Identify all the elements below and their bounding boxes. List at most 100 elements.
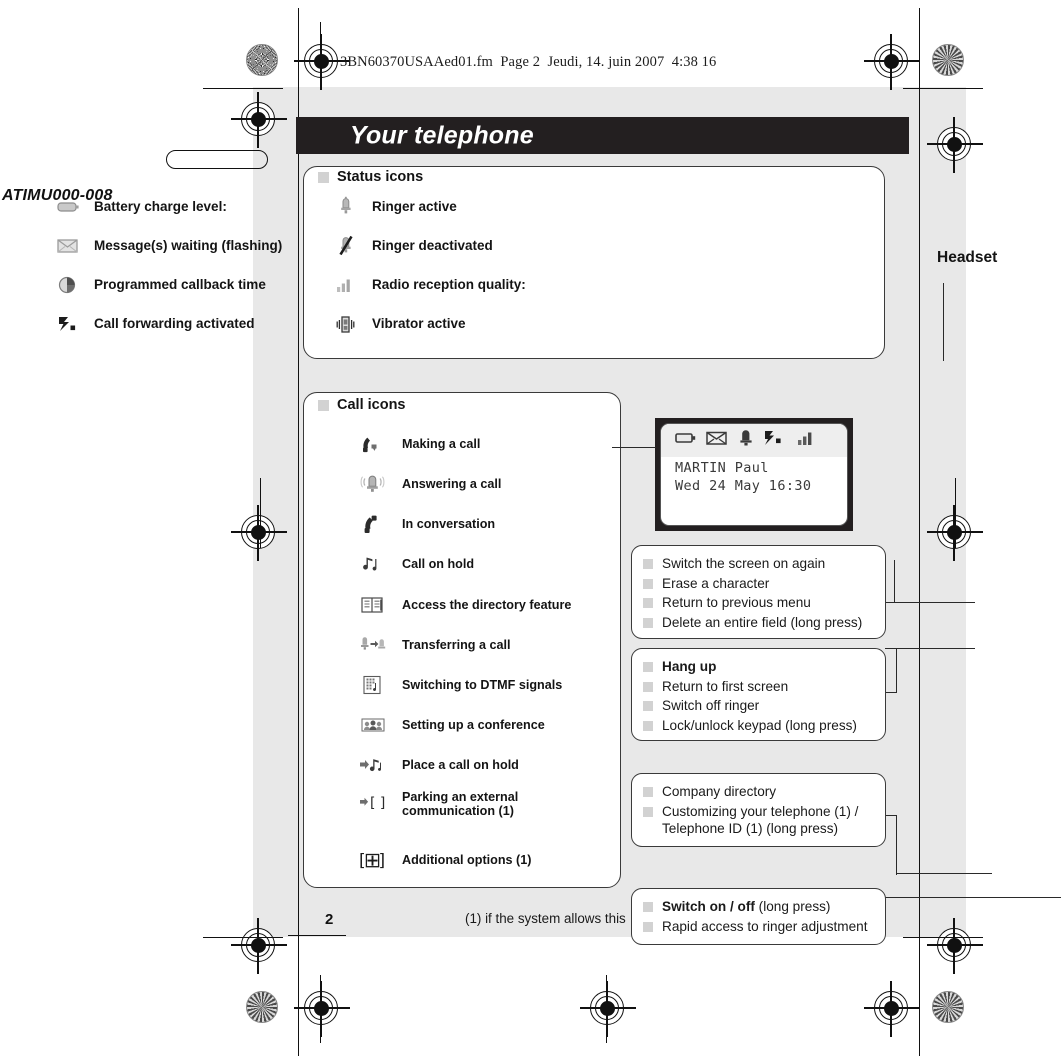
call-icon-label: Parking an external communication (1) <box>402 789 519 819</box>
phone-screen-statusbar <box>661 424 847 457</box>
callout-text-bold: Hang up <box>662 658 716 676</box>
registration-mark-bottom-right <box>864 981 920 1037</box>
callout-bold-label: Switch on / off <box>662 899 755 914</box>
callout-text: Erase a character <box>662 575 770 591</box>
phone-screen: MARTIN Paul Wed 24 May 16:30 <box>655 418 853 531</box>
connector-nav-vertical <box>894 560 896 603</box>
callout-bold-label: Hang up <box>662 659 717 674</box>
bullet-square-icon <box>643 617 653 628</box>
svg-text:]: ] <box>379 851 386 871</box>
connector-hangup-stub <box>885 692 897 694</box>
callout-row: Customizing your telephone (1) / Telepho… <box>643 803 873 838</box>
handset-outgoing-icon <box>358 432 388 456</box>
bullet-square-icon <box>643 681 653 692</box>
call-icon-row: Call on hold <box>358 545 608 585</box>
bullet-square-icon <box>643 902 653 912</box>
bell-icon <box>737 429 755 452</box>
crop-tick-top-gutter <box>320 22 322 84</box>
status-icon-row: Vibrator active <box>334 313 570 335</box>
call-icon-label: Making a call <box>402 436 481 451</box>
binding-tab <box>166 150 268 169</box>
callout-row: Switch on / off (long press) <box>643 898 873 916</box>
connector-directory-out <box>896 873 992 875</box>
status-icon-label: Radio reception quality: <box>372 277 526 293</box>
dtmf-keypad-icon <box>358 673 388 697</box>
directory-key-callout: Company directory Customizing your telep… <box>631 773 886 847</box>
phone-screen-line1: MARTIN Paul <box>675 460 769 476</box>
handset-active-icon <box>358 512 388 536</box>
connector-directory-stub <box>885 815 897 817</box>
bell-crossed-icon <box>334 235 360 257</box>
callout-row: Return to previous menu <box>643 594 873 612</box>
crop-tick-top-right <box>903 88 983 90</box>
bell-icon <box>334 196 360 218</box>
vibrator-icon <box>334 313 360 335</box>
bullet-square-icon <box>643 559 653 569</box>
plus-brackets-icon: [] <box>358 849 388 873</box>
call-icons-heading: Call icons <box>318 397 406 413</box>
bullet-square-icon <box>643 662 653 672</box>
svg-text:[ ]: [ ] <box>370 795 385 811</box>
status-icons-grid: Battery charge level: Ringer active Mess… <box>56 196 570 335</box>
bullet-square-icon <box>643 598 653 609</box>
crop-tick-bottom-center <box>606 975 608 1043</box>
call-icon-row: Place a call on hold <box>358 746 608 786</box>
bullet-square-icon <box>643 578 653 589</box>
registration-mark-lower-left <box>231 918 287 974</box>
call-icons-heading-label: Call icons <box>337 397 406 413</box>
svg-text:[: [ <box>359 851 366 871</box>
print-file-header: 3BN60370USAAed01.fm Page 2 Jeudi, 14. ju… <box>340 54 717 70</box>
registration-mark-lower-right <box>927 918 983 974</box>
footnote: (1) if the system allows this <box>465 911 626 926</box>
clock-icon <box>56 274 82 296</box>
phone-screen-line2: Wed 24 May 16:30 <box>675 478 812 494</box>
call-icon-row: Switching to DTMF signals <box>358 665 608 705</box>
music-notes-icon <box>358 553 388 577</box>
callout-text: Switch off ringer <box>662 698 760 714</box>
status-icon-row: Ringer active <box>334 196 570 218</box>
callout-row: Rapid access to ringer adjustment <box>643 918 873 936</box>
status-icon-label: Ringer active <box>372 199 457 215</box>
status-icon-label: Battery charge level: <box>94 199 227 215</box>
call-icon-label: Transferring a call <box>402 637 511 652</box>
callout-text: Return to previous menu <box>662 595 811 611</box>
call-icon-label: Additional options (1) <box>402 853 532 868</box>
status-icon-row: Radio reception quality: <box>334 274 570 296</box>
bullet-square-icon <box>643 921 653 932</box>
headset-leader-line <box>943 283 944 361</box>
call-icon-row: Answering a call <box>358 464 608 504</box>
crop-tick-left-border <box>298 8 300 1056</box>
call-icons-list: Making a call Answering a call In conver… <box>358 424 608 884</box>
status-icon-label: Call forwarding activated <box>94 316 255 332</box>
registration-mark-upper-right <box>927 117 983 173</box>
signal-bars-icon <box>334 274 360 296</box>
folio-rule <box>288 935 346 937</box>
call-icon-label: Place a call on hold <box>402 758 519 773</box>
page-title: Your telephone <box>350 121 534 149</box>
headset-label: Headset <box>937 249 998 266</box>
battery-icon <box>56 196 82 218</box>
callout-text-mixed: Switch on / off (long press) <box>662 898 830 916</box>
hang-up-key-callout: Hang up Return to first screen Switch of… <box>631 648 886 741</box>
crop-tick-top-left <box>203 88 283 90</box>
directory-book-icon <box>358 593 388 617</box>
crop-tick-right-edge <box>955 478 957 548</box>
park-brackets-icon: [ ] <box>358 792 388 816</box>
connector-power-out <box>885 897 1061 899</box>
callout-text: Company directory <box>662 784 777 799</box>
connector-directory-vertical <box>896 815 898 875</box>
page-title-bar: Your telephone <box>296 117 909 154</box>
connector-nav-stub <box>894 560 895 562</box>
crop-tick-bottom-left <box>203 937 283 939</box>
bullet-square-icon <box>643 787 653 797</box>
status-icons-heading-label: Status icons <box>337 169 424 185</box>
status-icon-row: Battery charge level: <box>56 196 334 218</box>
call-forward-icon <box>56 313 82 335</box>
page-number: 2 <box>325 911 334 928</box>
bullet-square-icon <box>318 171 329 183</box>
envelope-icon <box>56 235 82 257</box>
starburst-mark-bottom-right <box>932 991 964 1023</box>
conference-icon <box>358 713 388 737</box>
callout-row: Delete an entire field (long press) <box>643 614 873 632</box>
status-icon-row: Message(s) waiting (flashing) <box>56 235 334 257</box>
